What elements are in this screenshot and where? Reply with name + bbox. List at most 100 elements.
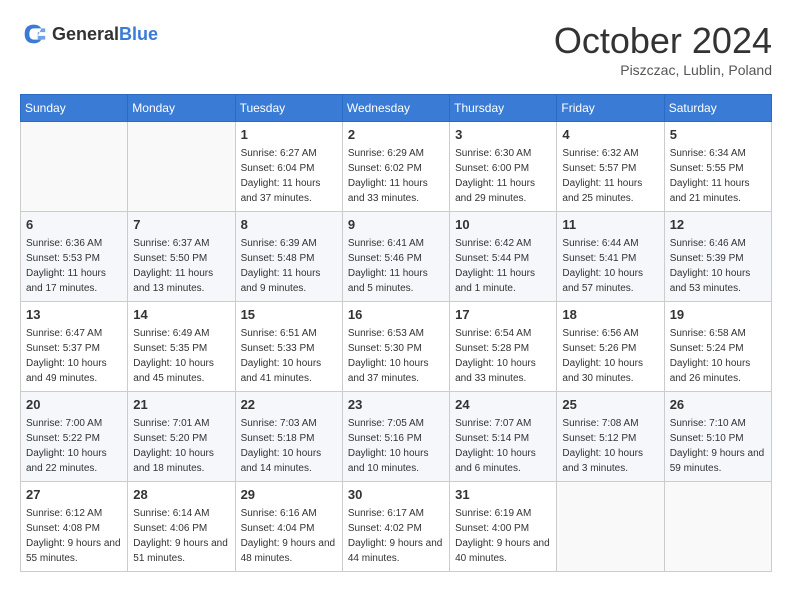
calendar-cell: 4Sunrise: 6:32 AM Sunset: 5:57 PM Daylig…	[557, 122, 664, 212]
day-info: Sunrise: 6:17 AM Sunset: 4:02 PM Dayligh…	[348, 506, 444, 566]
day-info: Sunrise: 7:00 AM Sunset: 5:22 PM Dayligh…	[26, 416, 122, 476]
month-title: October 2024	[554, 20, 772, 62]
calendar-cell: 14 Sunrise: 6:49 AM Sunset: 5:35 PM Dayli…	[128, 302, 235, 392]
day-number: 6	[26, 216, 122, 234]
logo-icon	[20, 20, 48, 48]
day-number: 17	[455, 306, 551, 324]
day-number: 29	[241, 486, 337, 504]
day-info: Sunrise: 6:16 AM Sunset: 4:04 PM Dayligh…	[241, 506, 337, 566]
day-info: Sunrise: 6:51 AM Sunset: 5:33 PM Dayligh…	[241, 326, 337, 386]
calendar-cell: 9Sunrise: 6:41 AM Sunset: 5:46 PM Daylig…	[342, 212, 449, 302]
weekday-header-friday: Friday	[557, 95, 664, 122]
calendar-cell	[664, 482, 771, 572]
day-info: Sunrise: 6:39 AM Sunset: 5:48 PM Dayligh…	[241, 236, 337, 296]
calendar-week-row: 20 Sunrise: 7:00 AM Sunset: 5:22 PM Dayli…	[21, 392, 772, 482]
day-number: 21	[133, 396, 229, 414]
weekday-header-row: SundayMondayTuesdayWednesdayThursdayFrid…	[21, 95, 772, 122]
calendar-cell: 5 Sunrise: 6:34 AM Sunset: 5:55 PM Daylig…	[664, 122, 771, 212]
calendar-cell: 18Sunrise: 6:56 AM Sunset: 5:26 PM Dayli…	[557, 302, 664, 392]
day-info: Sunrise: 6:27 AM Sunset: 6:04 PM Dayligh…	[241, 146, 337, 206]
day-info: Sunrise: 6:54 AM Sunset: 5:28 PM Dayligh…	[455, 326, 551, 386]
calendar-cell: 7 Sunrise: 6:37 AM Sunset: 5:50 PM Daylig…	[128, 212, 235, 302]
weekday-header-tuesday: Tuesday	[235, 95, 342, 122]
day-info: Sunrise: 6:37 AM Sunset: 5:50 PM Dayligh…	[133, 236, 229, 296]
day-number: 2	[348, 126, 444, 144]
logo-text: GeneralBlue	[52, 24, 158, 45]
day-number: 11	[562, 216, 658, 234]
day-info: Sunrise: 6:34 AM Sunset: 5:55 PM Dayligh…	[670, 146, 766, 206]
day-info: Sunrise: 7:03 AM Sunset: 5:18 PM Dayligh…	[241, 416, 337, 476]
day-info: Sunrise: 6:44 AM Sunset: 5:41 PM Dayligh…	[562, 236, 658, 296]
calendar-cell: 15 Sunrise: 6:51 AM Sunset: 5:33 PM Dayli…	[235, 302, 342, 392]
day-number: 7	[133, 216, 229, 234]
calendar-cell	[557, 482, 664, 572]
day-info: Sunrise: 6:42 AM Sunset: 5:44 PM Dayligh…	[455, 236, 551, 296]
day-number: 10	[455, 216, 551, 234]
calendar-cell: 23Sunrise: 7:05 AM Sunset: 5:16 PM Dayli…	[342, 392, 449, 482]
calendar-week-row: 27Sunrise: 6:12 AM Sunset: 4:08 PM Dayli…	[21, 482, 772, 572]
day-info: Sunrise: 6:19 AM Sunset: 4:00 PM Dayligh…	[455, 506, 551, 566]
calendar-cell: 16Sunrise: 6:53 AM Sunset: 5:30 PM Dayli…	[342, 302, 449, 392]
calendar-cell: 26Sunrise: 7:10 AM Sunset: 5:10 PM Dayli…	[664, 392, 771, 482]
day-number: 24	[455, 396, 551, 414]
calendar-cell: 22 Sunrise: 7:03 AM Sunset: 5:18 PM Dayli…	[235, 392, 342, 482]
day-info: Sunrise: 6:41 AM Sunset: 5:46 PM Dayligh…	[348, 236, 444, 296]
title-block: October 2024 Piszczac, Lublin, Poland	[554, 20, 772, 78]
calendar-week-row: 13Sunrise: 6:47 AM Sunset: 5:37 PM Dayli…	[21, 302, 772, 392]
calendar-cell: 6Sunrise: 6:36 AM Sunset: 5:53 PM Daylig…	[21, 212, 128, 302]
day-number: 1	[241, 126, 337, 144]
calendar-cell: 1 Sunrise: 6:27 AM Sunset: 6:04 PM Daylig…	[235, 122, 342, 212]
weekday-header-thursday: Thursday	[450, 95, 557, 122]
day-info: Sunrise: 6:58 AM Sunset: 5:24 PM Dayligh…	[670, 326, 766, 386]
day-number: 16	[348, 306, 444, 324]
calendar-cell: 31 Sunrise: 6:19 AM Sunset: 4:00 PM Dayli…	[450, 482, 557, 572]
calendar-cell: 11 Sunrise: 6:44 AM Sunset: 5:41 PM Dayli…	[557, 212, 664, 302]
day-number: 5	[670, 126, 766, 144]
day-number: 4	[562, 126, 658, 144]
calendar-cell: 19 Sunrise: 6:58 AM Sunset: 5:24 PM Dayli…	[664, 302, 771, 392]
day-info: Sunrise: 7:08 AM Sunset: 5:12 PM Dayligh…	[562, 416, 658, 476]
calendar-cell: 12 Sunrise: 6:46 AM Sunset: 5:39 PM Dayli…	[664, 212, 771, 302]
day-number: 20	[26, 396, 122, 414]
day-number: 12	[670, 216, 766, 234]
calendar-cell: 21Sunrise: 7:01 AM Sunset: 5:20 PM Dayli…	[128, 392, 235, 482]
day-number: 28	[133, 486, 229, 504]
day-info: Sunrise: 7:05 AM Sunset: 5:16 PM Dayligh…	[348, 416, 444, 476]
calendar-cell: 27Sunrise: 6:12 AM Sunset: 4:08 PM Dayli…	[21, 482, 128, 572]
calendar-week-row: 1 Sunrise: 6:27 AM Sunset: 6:04 PM Daylig…	[21, 122, 772, 212]
calendar-cell	[21, 122, 128, 212]
day-info: Sunrise: 6:30 AM Sunset: 6:00 PM Dayligh…	[455, 146, 551, 206]
calendar-cell: 8 Sunrise: 6:39 AM Sunset: 5:48 PM Daylig…	[235, 212, 342, 302]
day-info: Sunrise: 6:49 AM Sunset: 5:35 PM Dayligh…	[133, 326, 229, 386]
day-number: 22	[241, 396, 337, 414]
calendar-cell: 13Sunrise: 6:47 AM Sunset: 5:37 PM Dayli…	[21, 302, 128, 392]
weekday-header-wednesday: Wednesday	[342, 95, 449, 122]
day-number: 15	[241, 306, 337, 324]
calendar-cell: 2 Sunrise: 6:29 AM Sunset: 6:02 PM Daylig…	[342, 122, 449, 212]
weekday-header-sunday: Sunday	[21, 95, 128, 122]
page-header: GeneralBlue October 2024 Piszczac, Lubli…	[20, 20, 772, 78]
day-number: 3	[455, 126, 551, 144]
calendar-cell: 29 Sunrise: 6:16 AM Sunset: 4:04 PM Dayli…	[235, 482, 342, 572]
day-info: Sunrise: 6:29 AM Sunset: 6:02 PM Dayligh…	[348, 146, 444, 206]
day-number: 30	[348, 486, 444, 504]
calendar-table: SundayMondayTuesdayWednesdayThursdayFrid…	[20, 94, 772, 572]
day-number: 19	[670, 306, 766, 324]
day-number: 27	[26, 486, 122, 504]
day-number: 14	[133, 306, 229, 324]
day-info: Sunrise: 6:46 AM Sunset: 5:39 PM Dayligh…	[670, 236, 766, 296]
day-info: Sunrise: 6:47 AM Sunset: 5:37 PM Dayligh…	[26, 326, 122, 386]
calendar-cell	[128, 122, 235, 212]
day-info: Sunrise: 6:14 AM Sunset: 4:06 PM Dayligh…	[133, 506, 229, 566]
calendar-body: 1 Sunrise: 6:27 AM Sunset: 6:04 PM Daylig…	[21, 122, 772, 572]
calendar-week-row: 6Sunrise: 6:36 AM Sunset: 5:53 PM Daylig…	[21, 212, 772, 302]
calendar-cell: 24Sunrise: 7:07 AM Sunset: 5:14 PM Dayli…	[450, 392, 557, 482]
day-info: Sunrise: 6:56 AM Sunset: 5:26 PM Dayligh…	[562, 326, 658, 386]
calendar-cell: 28 Sunrise: 6:14 AM Sunset: 4:06 PM Dayli…	[128, 482, 235, 572]
day-number: 8	[241, 216, 337, 234]
day-number: 31	[455, 486, 551, 504]
calendar-cell: 30 Sunrise: 6:17 AM Sunset: 4:02 PM Dayli…	[342, 482, 449, 572]
calendar-cell: 10 Sunrise: 6:42 AM Sunset: 5:44 PM Dayli…	[450, 212, 557, 302]
calendar-cell: 20 Sunrise: 7:00 AM Sunset: 5:22 PM Dayli…	[21, 392, 128, 482]
day-number: 25	[562, 396, 658, 414]
